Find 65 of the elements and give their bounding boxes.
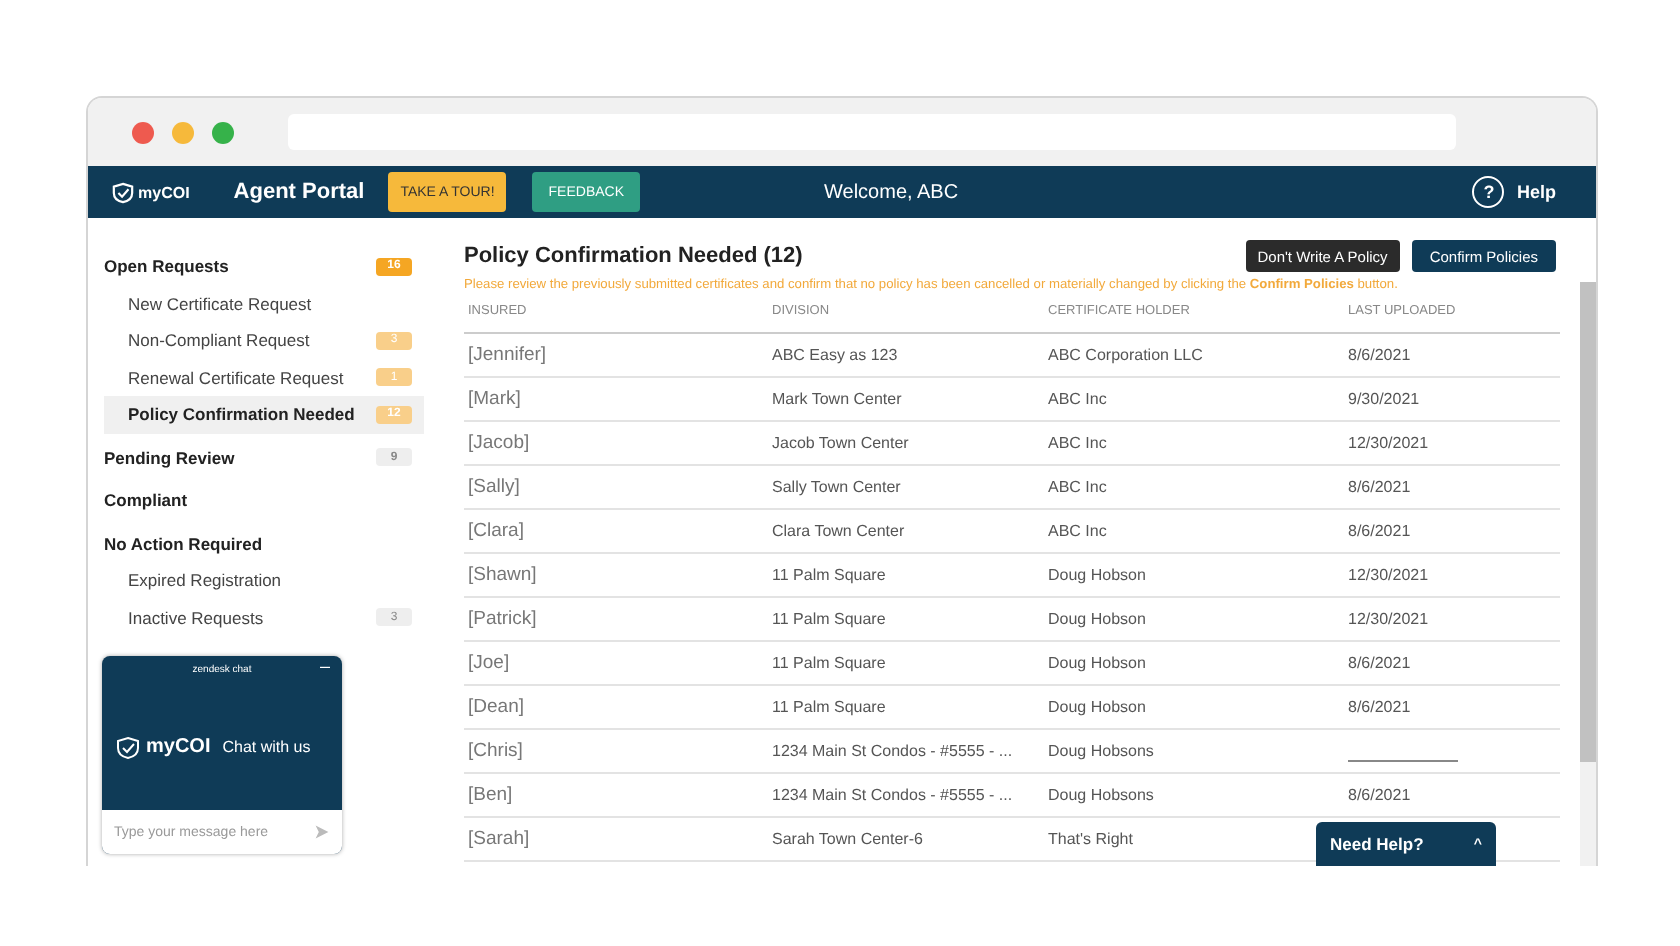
table-cell-text: ABC Easy as 123 bbox=[772, 346, 900, 364]
table-cell-text: Doug Hobson bbox=[1048, 654, 1148, 672]
table-cell-text: [Chris] bbox=[466, 740, 525, 762]
table-cell-text: ABC Corporation LLC bbox=[1048, 346, 1205, 364]
logo-text: myCOI bbox=[146, 736, 211, 758]
sidebar-item[interactable]: New Certificate Request bbox=[104, 285, 424, 322]
sidebar-item[interactable]: Compliant bbox=[104, 482, 424, 519]
table-cell-text: ABC Inc bbox=[1048, 434, 1109, 452]
table-cell: 12/30/2021 bbox=[1348, 434, 1429, 452]
send-icon[interactable] bbox=[314, 824, 330, 840]
sidebar-item[interactable]: No Action Required bbox=[104, 525, 424, 562]
sidebar-item[interactable]: Expired Registration bbox=[104, 562, 424, 599]
table-cell-text: ABC Inc bbox=[1048, 390, 1109, 408]
help-icon[interactable]: ? bbox=[1472, 176, 1505, 208]
table-cell: 8/6/2021 bbox=[1348, 786, 1411, 804]
table-cell-text: Clara Town Center bbox=[772, 522, 907, 540]
table-cell-text: Doug Hobsons bbox=[1048, 742, 1156, 760]
table-cell: 8/6/2021 bbox=[1348, 522, 1411, 540]
shield-check-icon bbox=[112, 181, 134, 203]
table-cell-text: Doug Hobsons bbox=[1048, 786, 1156, 804]
table-cell: 8/6/2021 bbox=[1348, 698, 1411, 716]
table-cell-text: 1234 Main St Condos - #5555 - ... bbox=[772, 786, 1015, 804]
shield-check-icon bbox=[116, 735, 140, 759]
welcome-text: Welcome, ABC bbox=[824, 181, 959, 203]
table-cell-text: [Joe] bbox=[466, 652, 512, 674]
table-cell: 9/30/2021 bbox=[1348, 390, 1420, 408]
minimize-window-icon[interactable] bbox=[172, 121, 194, 143]
table-cell-text: Doug Hobson bbox=[1048, 566, 1148, 584]
table-cell-text: Sally Town Center bbox=[772, 478, 903, 496]
table-cell: 8/6/2021 bbox=[1348, 346, 1411, 364]
table-cell-text: 11 Palm Square bbox=[772, 566, 888, 584]
table-cell-text: [Patrick] bbox=[466, 608, 539, 630]
table-cell-text: [Jacob] bbox=[466, 432, 532, 454]
table-cell: 8/6/2021 bbox=[1348, 478, 1411, 496]
table-cell-text: [Sarah] bbox=[466, 828, 532, 850]
scrollbar[interactable] bbox=[1580, 282, 1596, 866]
table-cell-text: [Mark] bbox=[466, 388, 523, 410]
table-cell-text: ABC Inc bbox=[1048, 522, 1109, 540]
table-cell-text: 11 Palm Square bbox=[772, 610, 888, 628]
portal-title: Agent Portal bbox=[233, 180, 365, 204]
minimize-button[interactable]: – bbox=[319, 656, 330, 676]
table-cell-text: [Clara] bbox=[466, 520, 526, 542]
table-cell-text: 11 Palm Square bbox=[772, 698, 888, 716]
table-cell: 12/30/2021 bbox=[1348, 610, 1429, 628]
close-window-icon[interactable] bbox=[132, 121, 154, 143]
table-cell-text: Jacob Town Center bbox=[772, 434, 911, 452]
table-cell-text: Sarah Town Center-6 bbox=[772, 830, 925, 848]
logo-text: myCOI bbox=[138, 183, 190, 201]
table-cell-text: [Ben] bbox=[466, 784, 515, 806]
maximize-window-icon[interactable] bbox=[212, 121, 234, 143]
table-cell-text: ABC Inc bbox=[1048, 478, 1109, 496]
table-cell-text: Mark Town Center bbox=[772, 390, 904, 408]
table-cell-text: 1234 Main St Condos - #5555 - ... bbox=[772, 742, 1015, 760]
table-cell-text: Doug Hobson bbox=[1048, 610, 1148, 628]
table-cell: 8/6/2021 bbox=[1348, 654, 1411, 672]
table-cell-text: 11 Palm Square bbox=[772, 654, 888, 672]
page-title: Policy Confirmation Needed (12) bbox=[464, 244, 803, 268]
table-cell-text: [Jennifer] bbox=[466, 344, 549, 366]
chat-title: Chat with us bbox=[222, 738, 311, 756]
help-link[interactable]: Help bbox=[1516, 182, 1556, 202]
table-cell-text: Doug Hobson bbox=[1048, 698, 1148, 716]
table-cell-text: [Sally] bbox=[466, 476, 522, 498]
table-cell-text: [Shawn] bbox=[466, 564, 539, 586]
table-cell: 12/30/2021 bbox=[1348, 566, 1429, 584]
table-cell-text: [Dean] bbox=[466, 696, 526, 718]
